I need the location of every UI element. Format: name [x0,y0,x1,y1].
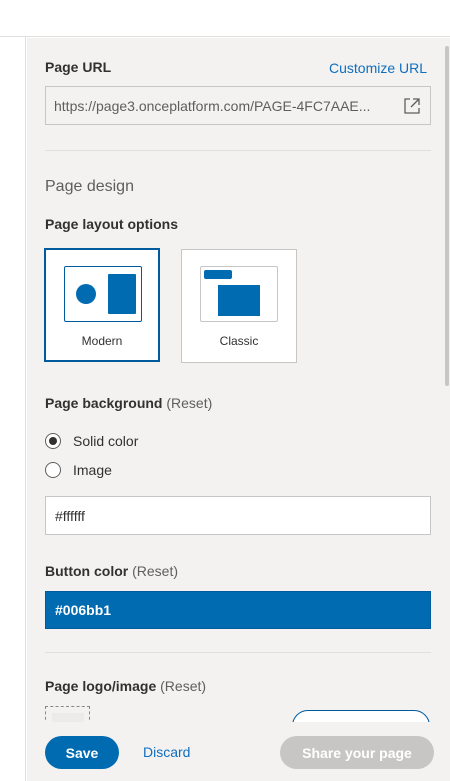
page-logo-label: Page logo/image (Reset) [45,678,206,694]
share-your-page-button[interactable]: Share your page [280,736,434,769]
layout-option-classic[interactable]: Classic [181,249,297,363]
button-color-value: #006bb1 [55,602,112,618]
left-strip [0,37,26,781]
button-color-input[interactable]: #006bb1 [45,591,431,629]
classic-layout-thumbnail [200,266,278,322]
page-background-reset[interactable]: (Reset) [166,395,212,411]
discard-button[interactable]: Discard [143,744,190,760]
button-color-label-text: Button color [45,563,129,579]
radio-solid-color[interactable]: Solid color [45,433,138,449]
page-logo-label-text: Page logo/image [45,678,157,694]
background-color-input[interactable]: #ffffff [45,496,431,535]
radio-selected-dot [49,437,57,445]
radio-image[interactable]: Image [45,462,112,478]
page-layout-options-label: Page layout options [45,216,179,232]
page-logo-reset[interactable]: (Reset) [160,678,206,694]
page-url-label: Page URL [45,59,112,75]
modern-layout-thumbnail [64,266,142,322]
page-url-value: https://page3.onceplatform.com/PAGE-4FC7… [54,97,371,114]
page-background-label-text: Page background [45,395,163,411]
panel-scrollbar[interactable] [444,38,450,728]
button-color-reset[interactable]: (Reset) [132,563,178,579]
divider [45,652,431,653]
open-in-new-window-icon[interactable] [402,96,422,116]
page-url-field[interactable]: https://page3.onceplatform.com/PAGE-4FC7… [45,86,431,125]
divider [45,150,431,151]
page-background-label: Page background (Reset) [45,395,212,411]
background-color-value: #ffffff [55,507,85,524]
radio-solid-color-label: Solid color [73,433,139,449]
save-button[interactable]: Save [45,736,119,769]
radio-image-label: Image [73,462,112,478]
layout-name-modern: Modern [81,334,123,348]
customize-url-link[interactable]: Customize URL [329,60,427,76]
scrollbar-thumb[interactable] [445,46,449,386]
top-bar [0,0,450,37]
radio-button[interactable] [45,433,61,449]
radio-button[interactable] [45,462,61,478]
layout-name-classic: Classic [219,334,259,348]
button-color-label: Button color (Reset) [45,563,178,579]
page-design-title: Page design [45,178,134,195]
layout-option-modern[interactable]: Modern [44,248,160,362]
